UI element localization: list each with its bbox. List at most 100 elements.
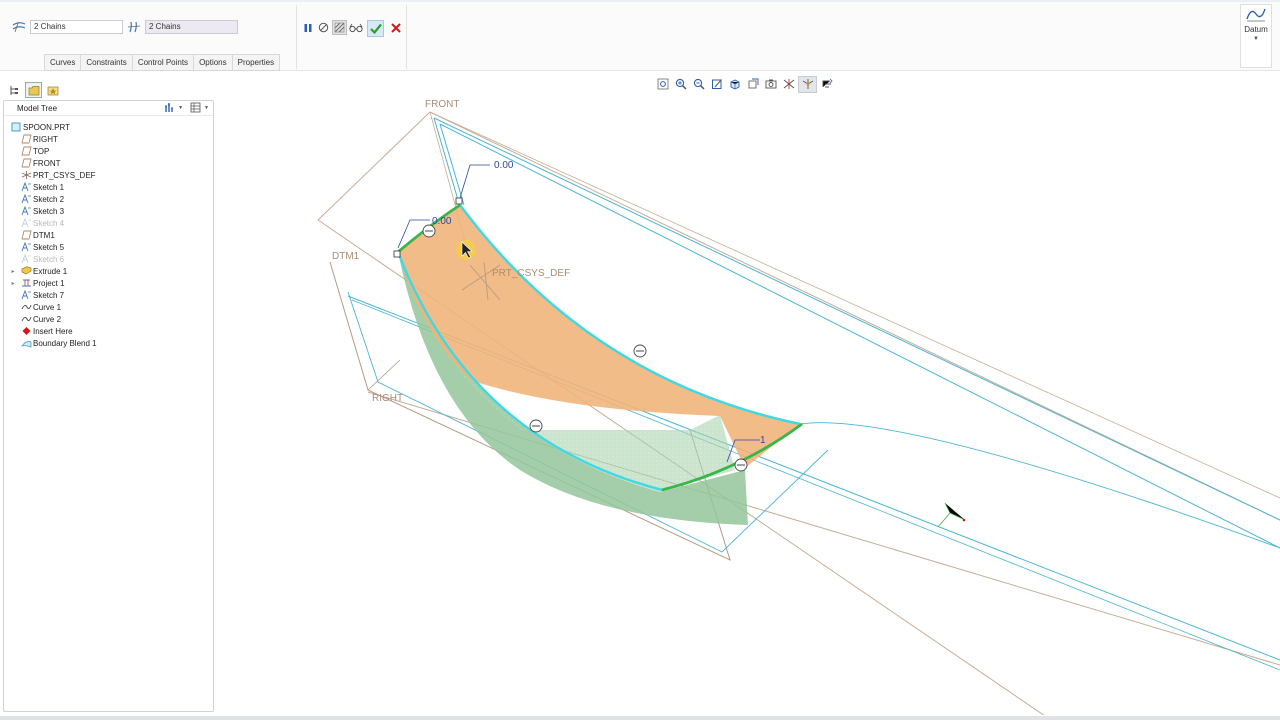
tree-item-sketch-7[interactable]: Sketch 7 — [4, 289, 213, 301]
chevron-down-icon[interactable]: ▼ — [204, 105, 209, 111]
favorites-tab[interactable] — [44, 82, 61, 98]
highlight-cursor — [456, 240, 476, 260]
csys-icon — [20, 170, 32, 180]
tree-item-curve-2[interactable]: Curve 2 — [4, 313, 213, 325]
columns-icon — [190, 102, 201, 113]
attachment-preview-button[interactable] — [332, 20, 347, 35]
tree-item-label: DTM1 — [33, 230, 55, 240]
tab-curves[interactable]: Curves — [44, 54, 81, 71]
no-preview-button[interactable] — [316, 20, 331, 35]
endpoint-handle[interactable] — [455, 197, 463, 205]
pause-button[interactable] — [300, 20, 315, 35]
tree-item-sketch-3[interactable]: Sketch 3 — [4, 205, 213, 217]
tree-item-prt-csys-def[interactable]: PRT_CSYS_DEF — [4, 169, 213, 181]
extrude-icon — [20, 266, 32, 276]
verify-mode-button[interactable] — [348, 20, 363, 35]
folder-icon — [28, 85, 39, 95]
dashboard-separator — [296, 5, 297, 69]
tree-item-sketch-5[interactable]: Sketch 5 — [4, 241, 213, 253]
tangency-value-label[interactable]: 0.00 — [494, 160, 514, 171]
datum-plane-icon — [20, 146, 32, 156]
tree-item-label: PRT_CSYS_DEF — [33, 170, 96, 180]
tree-item-label: Boundary Blend 1 — [33, 338, 97, 348]
show-button[interactable] — [190, 102, 201, 113]
control-point-handle[interactable] — [734, 458, 748, 472]
tree-item-extrude-1[interactable]: ▸ Extrude 1 — [4, 265, 213, 277]
insert-here-icon — [20, 326, 32, 336]
tree-settings-button[interactable] — [164, 102, 175, 113]
stop-icon — [318, 22, 329, 33]
sketch-icon — [20, 182, 32, 192]
tree-item-sketch-1[interactable]: Sketch 1 — [4, 181, 213, 193]
pause-icon — [304, 23, 311, 32]
control-point-handle[interactable] — [633, 344, 647, 358]
navigator-tabs — [6, 82, 61, 98]
first-direction-field[interactable]: 2 Chains — [30, 20, 123, 34]
datum-plane-icon — [20, 134, 32, 144]
tree-item-label: SPOON.PRT — [23, 122, 70, 132]
tree-item-label: Sketch 5 — [33, 242, 65, 252]
favorites-icon — [47, 86, 58, 95]
graphics-viewport[interactable]: FRONT DTM1 RIGHT PRT_CSYS_DEF 0.00 0.00 … — [215, 70, 1280, 715]
tangency-value-label[interactable]: 0.00 — [432, 216, 452, 227]
tab-constraints[interactable]: Constraints — [80, 54, 132, 71]
first-direction-collector[interactable]: 2 Chains — [12, 20, 123, 34]
preview-icon — [334, 22, 345, 33]
chevron-down-icon[interactable]: ▼ — [178, 105, 183, 111]
tab-control-points[interactable]: Control Points — [131, 54, 194, 71]
model-tree-tab[interactable] — [6, 82, 23, 98]
tree-item-sketch-2[interactable]: Sketch 2 — [4, 193, 213, 205]
tree-item-top[interactable]: TOP — [4, 145, 213, 157]
tree-item-curve-1[interactable]: Curve 1 — [4, 301, 213, 313]
dtm1-plane-label: DTM1 — [332, 251, 360, 262]
tree-item-boundary-blend-1[interactable]: Boundary Blend 1 — [4, 337, 213, 349]
tree-item-spoon-prt[interactable]: SPOON.PRT — [4, 121, 213, 133]
tree-item-label: Sketch 2 — [33, 194, 65, 204]
tree-item-project-1[interactable]: ▸ Project 1 — [4, 277, 213, 289]
second-direction-icon — [127, 20, 141, 34]
tree-item-label: Curve 1 — [33, 302, 62, 312]
project-icon — [20, 278, 32, 288]
part-icon — [10, 122, 22, 132]
tree-item-front[interactable]: FRONT — [4, 157, 213, 169]
second-direction-collector[interactable]: 2 Chains — [127, 20, 238, 34]
tree-item-insert-here[interactable]: Insert Here — [4, 325, 213, 337]
window-top-border — [0, 0, 1280, 2]
expand-arrow-icon[interactable]: ▸ — [9, 280, 17, 287]
expand-arrow-icon[interactable]: ▸ — [9, 268, 17, 275]
datum-label: Datum — [1244, 25, 1268, 34]
model-tree-header: Model Tree ▼ ▼ — [4, 101, 213, 116]
tree-item-sketch-4[interactable]: Sketch 4 — [4, 217, 213, 229]
datum-plane-icon — [20, 158, 32, 168]
tree-item-label: Sketch 1 — [33, 182, 65, 192]
endpoint-handle[interactable] — [393, 250, 401, 258]
check-icon — [369, 23, 382, 34]
stretch-value-label[interactable]: 1 — [760, 435, 766, 446]
cancel-button[interactable] — [388, 20, 403, 35]
tab-properties[interactable]: Properties — [231, 54, 281, 71]
tree-item-dtm1[interactable]: DTM1 — [4, 229, 213, 241]
tree-item-label: Curve 2 — [33, 314, 62, 324]
folder-browser-tab[interactable] — [25, 82, 42, 98]
tree-item-label: Project 1 — [33, 278, 65, 288]
datum-plane-icon — [20, 230, 32, 240]
boundary-blend-icon — [20, 338, 32, 348]
tree-item-sketch-6[interactable]: Sketch 6 — [4, 253, 213, 265]
tree-item-label: Sketch 6 — [33, 254, 65, 264]
tree-item-label: Sketch 3 — [33, 206, 65, 216]
model-tree-tools: ▼ ▼ — [164, 102, 209, 113]
verify-icon — [348, 23, 363, 32]
datum-button[interactable]: Datum ▼ — [1240, 4, 1272, 68]
ok-button[interactable] — [367, 20, 384, 37]
dashboard-separator — [406, 5, 407, 69]
small-axis-marker — [937, 502, 966, 528]
sketch-icon — [20, 290, 32, 300]
tree-icon — [10, 85, 18, 95]
second-direction-field[interactable]: 2 Chains — [145, 20, 238, 34]
datum-icon — [1246, 8, 1266, 22]
tab-options[interactable]: Options — [193, 54, 232, 71]
csys-label: PRT_CSYS_DEF — [492, 268, 570, 279]
tree-item-right[interactable]: RIGHT — [4, 133, 213, 145]
control-point-handle[interactable] — [529, 419, 543, 433]
first-direction-icon — [12, 20, 26, 34]
